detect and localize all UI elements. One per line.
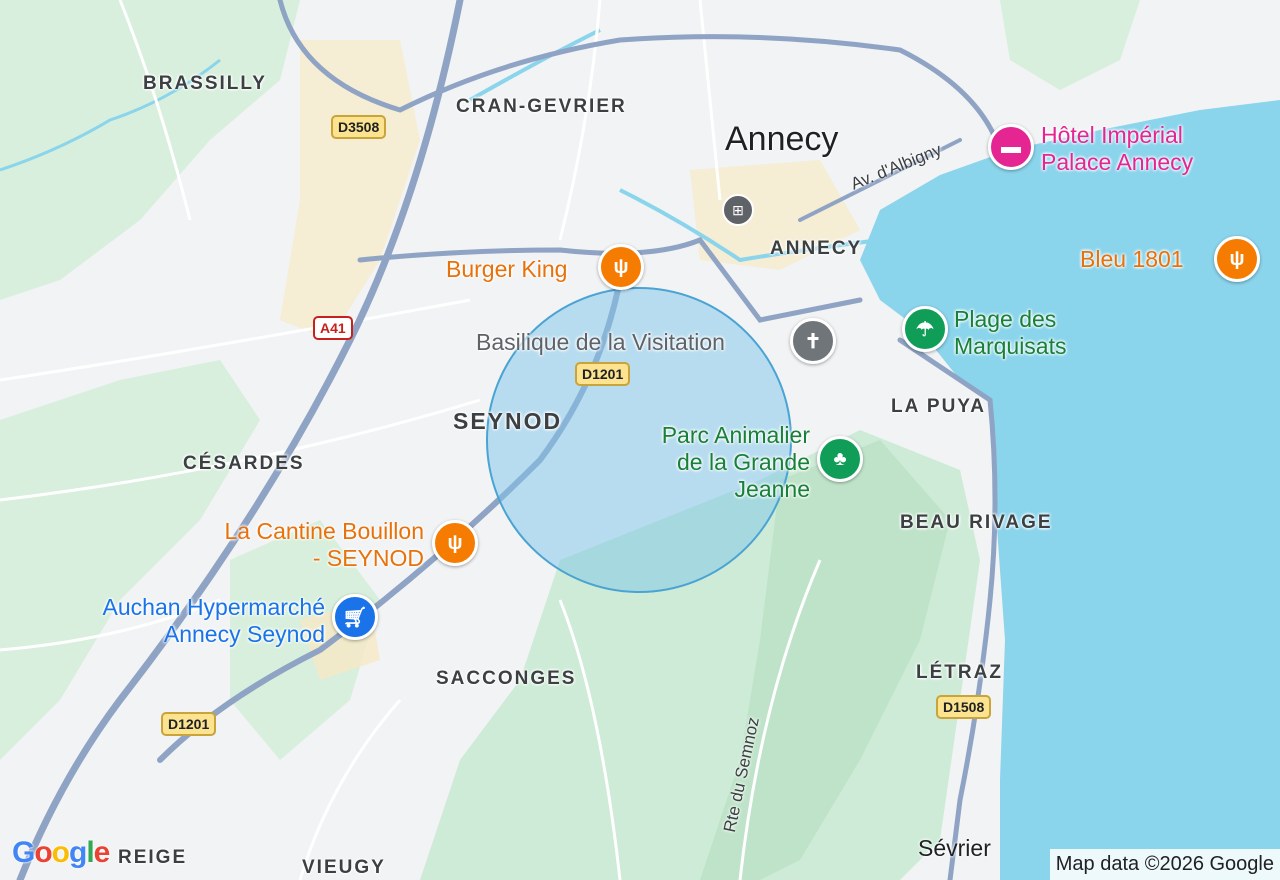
park-area (0, 0, 300, 300)
place-label-annecy-district: ANNECY (770, 238, 863, 259)
place-label-reige: REIGE (118, 847, 188, 868)
beach-icon[interactable]: ☂ (902, 306, 948, 352)
road-badge-d1201-south: D1201 (161, 712, 217, 736)
poi-auchan[interactable]: Auchan Hypermarché Annecy Seynod (55, 594, 325, 648)
river (469, 28, 601, 102)
place-label-sevrier: Sévrier (918, 835, 991, 861)
urban-area (280, 40, 420, 340)
train-station-icon[interactable]: ⊞ (722, 194, 754, 226)
poi-plage-marquisats[interactable]: Plage des Marquisats (954, 306, 1066, 360)
tree-icon[interactable]: ♣ (817, 436, 863, 482)
poi-basilique[interactable]: Basilique de la Visitation (476, 329, 725, 356)
poi-cantine-line2: - SEYNOD (312, 545, 424, 571)
place-label-cran-gevrier: CRAN-GEVRIER (456, 96, 627, 117)
poi-bleu-1801[interactable]: Bleu 1801 (1080, 246, 1184, 273)
park-area (1000, 0, 1140, 90)
place-label-letraz: LÉTRAZ (916, 662, 1003, 683)
restaurant-icon[interactable]: ψ (432, 520, 478, 566)
poi-cantine-line1: La Cantine Bouillon (224, 518, 424, 544)
road-badge-a41: A41 (313, 316, 353, 340)
church-icon[interactable]: ✝ (790, 318, 836, 364)
place-label-brassilly: BRASSILLY (143, 73, 267, 94)
poi-parc-animalier[interactable]: Parc Animalier de la Grande Jeanne (628, 422, 810, 503)
poi-hotel-name-line2: Palace Annecy (1041, 149, 1194, 175)
poi-auchan-line2: Annecy Seynod (163, 621, 325, 647)
road-badge-d1508: D1508 (936, 695, 992, 719)
place-label-seynod: SEYNOD (453, 408, 563, 434)
poi-auchan-line1: Auchan Hypermarché (102, 594, 325, 620)
poi-plage-line1: Plage des (954, 306, 1057, 332)
poi-parc-line3: Jeanne (734, 476, 810, 502)
poi-parc-line2: de la Grande (677, 449, 810, 475)
poi-plage-line2: Marquisats (954, 333, 1067, 359)
place-label-sacconges: SACCONGES (436, 668, 577, 689)
place-label-cesardes: CÉSARDES (183, 453, 305, 474)
place-label-la-puya: LA PUYA (891, 396, 986, 417)
road-badge-d1201: D1201 (575, 362, 631, 386)
map-attribution[interactable]: Map data ©2026 Google (1049, 849, 1280, 880)
poi-parc-line1: Parc Animalier (661, 422, 810, 448)
place-label-annecy: Annecy (725, 120, 839, 158)
restaurant-icon[interactable]: ψ (1214, 236, 1260, 282)
map-canvas[interactable]: Annecy ANNECY CRAN-GEVRIER BRASSILLY SEY… (0, 0, 1280, 880)
poi-hotel-imperial[interactable]: Hôtel Impérial Palace Annecy (1041, 122, 1193, 176)
poi-la-cantine-bouillon[interactable]: La Cantine Bouillon - SEYNOD (184, 518, 424, 572)
shopping-cart-icon[interactable]: 🛒︎ (332, 594, 378, 640)
place-label-vieugy: VIEUGY (302, 857, 386, 878)
poi-burger-king[interactable]: Burger King (446, 256, 567, 283)
google-logo: Google (12, 836, 110, 869)
road-badge-d3508: D3508 (331, 115, 387, 139)
hotel-icon[interactable]: ▬ (988, 124, 1034, 170)
restaurant-icon[interactable]: ψ (598, 244, 644, 290)
place-label-beau-rivage: BEAU RIVAGE (900, 512, 1053, 533)
poi-hotel-name-line1: Hôtel Impérial (1041, 122, 1183, 148)
